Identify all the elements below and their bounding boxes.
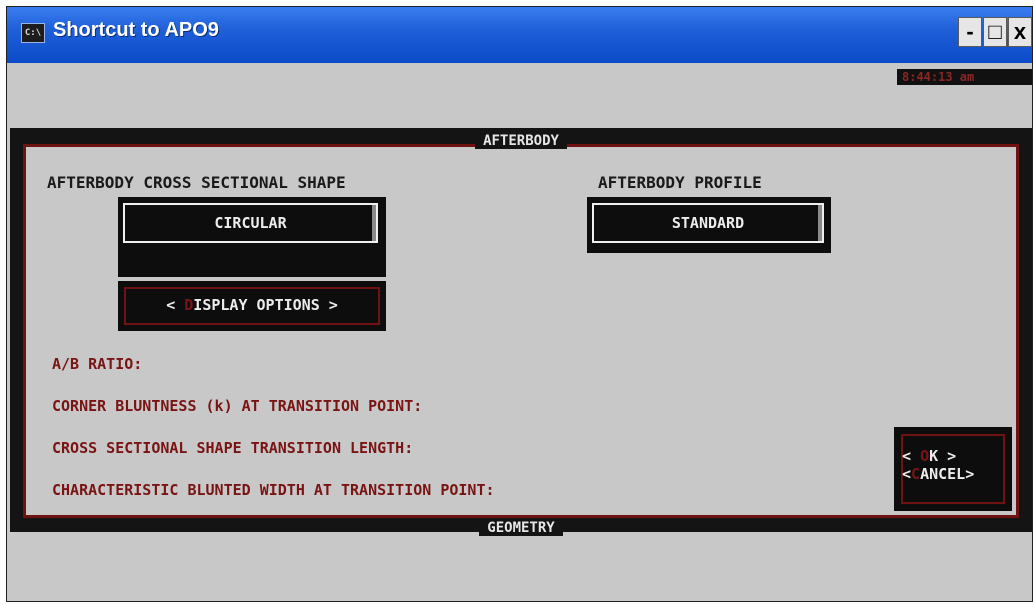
ok-hotkey: O [920, 447, 930, 465]
ok-button[interactable]: < OK > [902, 447, 992, 465]
cancel-button[interactable]: <CANCEL> [902, 465, 992, 483]
frame-bottom-title: GEOMETRY [10, 517, 1032, 536]
display-options-button[interactable]: < DISPLAY OPTIONS > [118, 281, 386, 331]
status-area [7, 545, 1032, 601]
frame-title: AFTERBODY [10, 130, 1032, 149]
maximize-button[interactable]: □ [983, 17, 1007, 47]
display-options-text: ISPLAY OPTIONS > [193, 296, 338, 314]
profile-select[interactable]: STANDARD [592, 203, 824, 243]
app-window: C:\ Shortcut to APO9 - □ x 8:44:13 am AF… [6, 6, 1033, 602]
ok-prefix: < [902, 447, 921, 465]
display-options-hotkey: D [184, 296, 194, 314]
profile-label: AFTERBODY PROFILE [598, 173, 762, 192]
param-transition-length: CROSS SECTIONAL SHAPE TRANSITION LENGTH: [52, 439, 414, 457]
cross-section-select[interactable]: CIRCULAR [123, 203, 378, 243]
afterbody-title: AFTERBODY [475, 133, 567, 149]
title-bar[interactable]: C:\ Shortcut to APO9 - □ x [7, 7, 1032, 63]
cross-section-label: AFTERBODY CROSS SECTIONAL SHAPE [47, 173, 346, 192]
cancel-text: ANCEL> [920, 465, 975, 483]
ok-cancel-box: < OK > <CANCEL> [894, 427, 1012, 511]
display-options-label: < DISPLAY OPTIONS > [124, 287, 380, 325]
afterbody-frame: AFTERBODY CROSS SECTIONAL SHAPE CIRCULAR… [10, 128, 1032, 536]
close-button[interactable]: x [1008, 17, 1032, 47]
cancel-prefix: < [902, 465, 912, 483]
ok-text: K > [929, 447, 957, 465]
afterbody-panel: AFTERBODY CROSS SECTIONAL SHAPE CIRCULAR… [23, 144, 1019, 518]
param-blunted-width: CHARACTERISTIC BLUNTED WIDTH AT TRANSITI… [52, 481, 495, 499]
console-icon: C:\ [21, 23, 45, 43]
clock-display: 8:44:13 am [897, 69, 1032, 85]
cancel-hotkey: C [911, 465, 921, 483]
window-title: Shortcut to APO9 [53, 19, 219, 41]
param-corner-bluntness: CORNER BLUNTNESS (k) AT TRANSITION POINT… [52, 397, 423, 415]
minimize-button[interactable]: - [958, 17, 982, 47]
param-ab-ratio: A/B RATIO: [52, 355, 143, 373]
display-options-prefix: < [166, 296, 185, 314]
geometry-title: GEOMETRY [479, 520, 563, 536]
